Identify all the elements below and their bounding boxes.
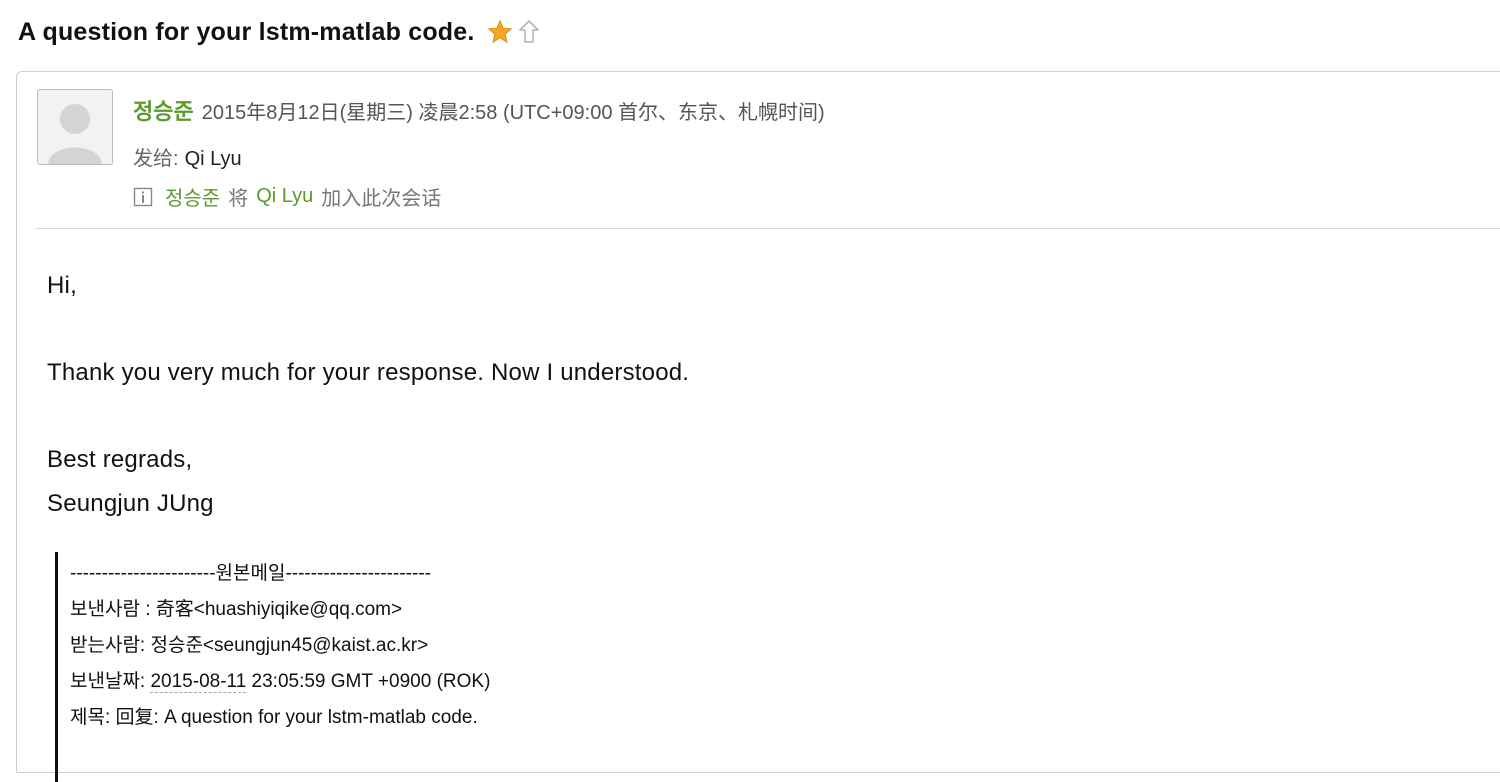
recipient-name[interactable]: Qi Lyu <box>185 148 242 170</box>
quoted-date-line: 보낸날짜: 2015-08-11 23:05:59 GMT +0900 (ROK… <box>70 666 490 693</box>
added-notice-sender[interactable]: 정승준 <box>165 182 220 211</box>
quoted-separator: -----------------------원본메일-------------… <box>70 563 431 584</box>
star-icon[interactable] <box>487 19 513 45</box>
avatar-placeholder-icon <box>38 90 112 164</box>
share-icon[interactable] <box>517 19 541 45</box>
recipient-line: 发给: Qi Lyu <box>133 142 242 171</box>
recipient-label: 发给: <box>133 148 179 170</box>
quoted-date-value[interactable]: 2015-08-11 <box>150 671 247 693</box>
email-card: 정승준 2015年8月12日(星期三) 凌晨2:58 (UTC+09:00 首尔、… <box>16 71 1500 782</box>
body-greeting: Hi, <box>47 272 77 299</box>
added-notice-suffix: 加入此次会话 <box>321 188 442 210</box>
quoted-from: 보낸사람 : 奇客<huashiyiqike@qq.com> <box>70 599 403 620</box>
conversation-added-notice: 정승준 将 Qi Lyu 加入此次会话 <box>133 182 441 211</box>
email-subject: A question for your lstm-matlab code. <box>18 17 475 46</box>
body-closing: Best regrads, <box>47 446 193 473</box>
header-divider <box>35 228 1500 229</box>
sender-name[interactable]: 정승준 <box>133 99 194 124</box>
info-icon <box>133 187 153 206</box>
quoted-date-rest: 23:05:59 GMT +0900 (ROK) <box>246 671 491 692</box>
avatar <box>37 89 113 165</box>
body-signature: Seungjun JUng <box>47 490 214 517</box>
quoted-subject: 제목: 回复: A question for your lstm-matlab … <box>70 707 478 728</box>
added-notice-verb: 将 <box>228 188 249 210</box>
subject-bar: A question for your lstm-matlab code. <box>18 14 541 50</box>
body-message: Thank you very much for your response. N… <box>47 359 690 386</box>
quoted-date-label: 보낸날짜: <box>70 671 151 692</box>
sender-line: 정승준 2015年8月12日(星期三) 凌晨2:58 (UTC+09:00 首尔、… <box>133 94 825 126</box>
added-notice-target[interactable]: Qi Lyu <box>256 185 313 208</box>
quoted-to: 받는사람: 정승준<seungjun45@kaist.ac.kr> <box>70 635 429 656</box>
sent-date: 2015年8月12日(星期三) 凌晨2:58 (UTC+09:00 首尔、东京、… <box>201 102 825 124</box>
